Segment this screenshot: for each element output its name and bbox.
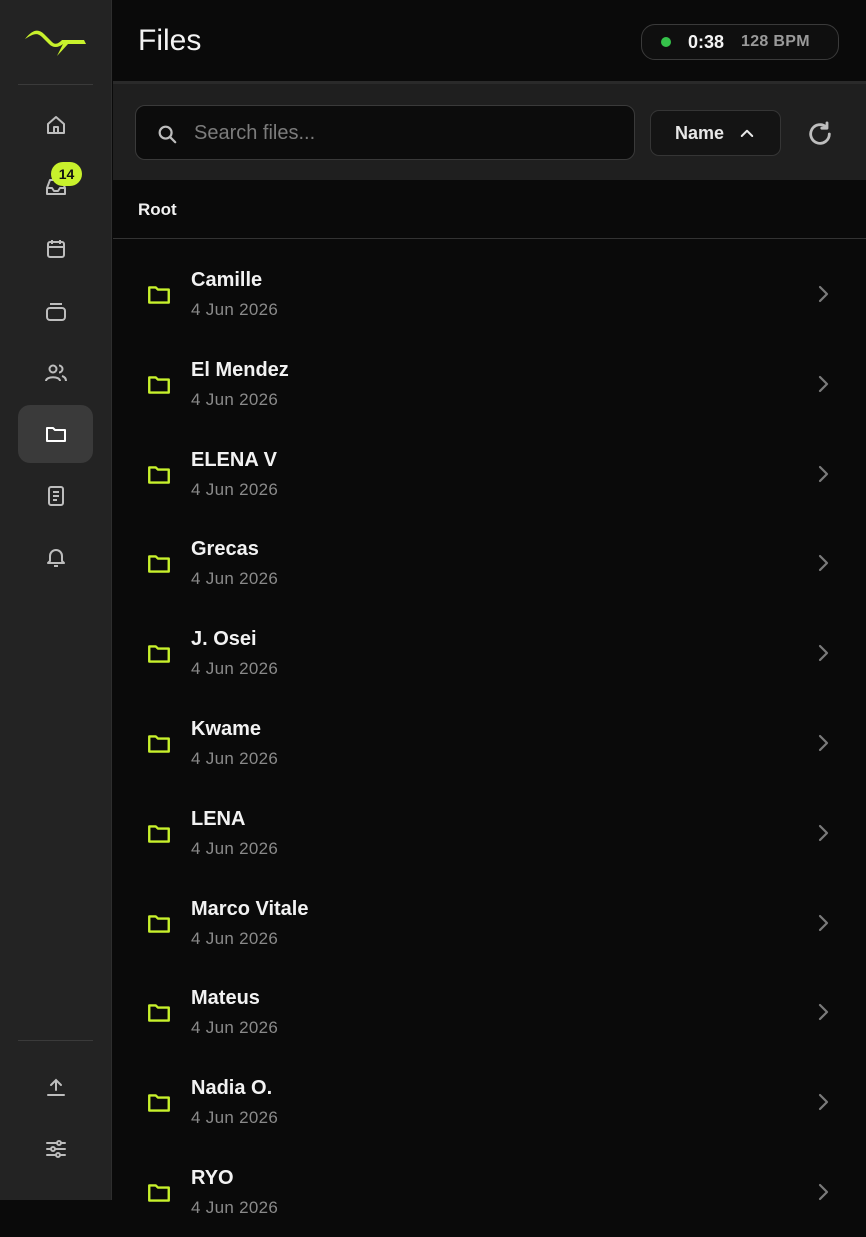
file-row[interactable]: Kwame 4 Jun 2026	[113, 698, 866, 788]
file-name: J. Osei	[191, 628, 257, 651]
file-name: El Mendez	[191, 358, 289, 381]
breadcrumb-root[interactable]: Root	[138, 200, 177, 220]
file-row[interactable]: J. Osei 4 Jun 2026	[113, 608, 866, 698]
folder-icon	[148, 825, 170, 843]
file-date: 4 Jun 2026	[191, 1197, 279, 1217]
chevron-right-icon	[818, 914, 829, 931]
toolbar: Name	[113, 84, 866, 180]
file-name: Nadia O.	[191, 1077, 273, 1100]
nav-home[interactable]	[18, 96, 93, 154]
timer-bpm: 128 BPM	[741, 33, 810, 50]
folder-icon	[148, 1094, 170, 1112]
folder-icon	[148, 735, 170, 753]
file-name: Mateus	[191, 987, 260, 1010]
nav-settings[interactable]	[18, 1120, 93, 1178]
bell-icon	[46, 549, 65, 567]
chevron-right-icon	[818, 375, 829, 392]
file-row[interactable]: ELENA V 4 Jun 2026	[113, 429, 866, 519]
search-icon	[158, 125, 177, 144]
folder-icon	[148, 376, 170, 394]
nav-notifications[interactable]	[18, 528, 93, 586]
file-name: Marco Vitale	[191, 897, 309, 920]
file-date: 4 Jun 2026	[191, 748, 279, 768]
file-row[interactable]: Mateus 4 Jun 2026	[113, 967, 866, 1057]
file-name: LENA	[191, 807, 246, 830]
refresh-icon[interactable]	[806, 120, 834, 148]
nav-documents[interactable]	[18, 467, 93, 525]
search-box[interactable]	[135, 105, 635, 160]
file-list: Camille 4 Jun 2026 El Mendez 4 Jun 2026 ELEN…	[113, 249, 866, 1237]
file-name: Kwame	[191, 717, 262, 740]
file-date: 4 Jun 2026	[191, 569, 279, 589]
file-row[interactable]: Nadia O. 4 Jun 2026	[113, 1057, 866, 1147]
file-date: 4 Jun 2026	[191, 1018, 279, 1038]
file-name: ELENA V	[191, 448, 277, 471]
file-date: 4 Jun 2026	[191, 1108, 279, 1128]
chevron-right-icon	[818, 465, 829, 482]
folder-icon	[148, 465, 170, 484]
folder-icon	[148, 914, 170, 933]
nav-archive[interactable]	[18, 282, 93, 340]
file-row[interactable]: RYO 4 Jun 2026	[113, 1147, 866, 1237]
inbox-badge: 14	[51, 162, 82, 186]
sliders-icon	[45, 1140, 66, 1158]
home-icon	[46, 116, 65, 134]
folder-icon	[148, 1004, 170, 1023]
file-row[interactable]: Camille 4 Jun 2026	[113, 249, 866, 339]
chevron-right-icon	[818, 645, 829, 662]
file-date: 4 Jun 2026	[191, 389, 279, 409]
file-date: 4 Jun 2026	[191, 659, 279, 679]
session-timer[interactable]: 0:38 128 BPM	[641, 24, 839, 60]
brand-logo[interactable]	[22, 24, 90, 60]
folder-icon	[148, 645, 170, 663]
chevron-right-icon	[818, 1094, 829, 1111]
header: Files 0:38 128 BPM	[113, 0, 866, 84]
sort-button[interactable]: Name	[650, 110, 781, 156]
folder-icon	[148, 555, 170, 574]
file-name: RYO	[191, 1166, 234, 1189]
sidebar-divider	[18, 1040, 93, 1041]
chevron-right-icon	[818, 824, 829, 841]
file-row[interactable]: El Mendez 4 Jun 2026	[113, 339, 866, 429]
document-icon	[47, 486, 64, 506]
timer-time: 0:38	[688, 31, 725, 52]
file-date: 4 Jun 2026	[191, 300, 279, 319]
file-row[interactable]: Grecas 4 Jun 2026	[113, 518, 866, 608]
nav-calendar[interactable]	[18, 220, 93, 278]
file-date: 4 Jun 2026	[191, 838, 279, 858]
file-row[interactable]: LENA 4 Jun 2026	[113, 788, 866, 878]
sort-label: Name	[674, 122, 725, 143]
chevron-right-icon	[818, 285, 829, 303]
sidebar-divider	[18, 84, 93, 85]
status-dot	[661, 37, 671, 47]
search-input[interactable]	[192, 106, 616, 160]
file-name: Grecas	[191, 538, 259, 561]
file-row[interactable]: Marco Vitale 4 Jun 2026	[113, 878, 866, 968]
chevron-up-icon	[740, 129, 754, 137]
users-icon	[44, 364, 67, 382]
page-title: Files	[138, 24, 202, 57]
file-name: Camille	[191, 269, 263, 291]
chevron-right-icon	[818, 1004, 829, 1021]
folder-icon	[45, 427, 66, 442]
folder-icon	[148, 286, 170, 304]
nav-users[interactable]	[18, 344, 93, 402]
chevron-right-icon	[818, 555, 829, 572]
upload-icon	[46, 1078, 65, 1096]
sidebar: 14	[0, 0, 112, 1200]
chevron-right-icon	[818, 734, 829, 752]
archive-icon	[45, 303, 66, 321]
calendar-icon	[46, 240, 65, 258]
breadcrumb: Root	[113, 180, 866, 239]
nav-upload[interactable]	[18, 1058, 93, 1116]
file-date: 4 Jun 2026	[191, 479, 279, 499]
folder-icon	[148, 1184, 170, 1202]
file-date: 4 Jun 2026	[191, 928, 279, 948]
nav-files[interactable]	[18, 405, 93, 463]
